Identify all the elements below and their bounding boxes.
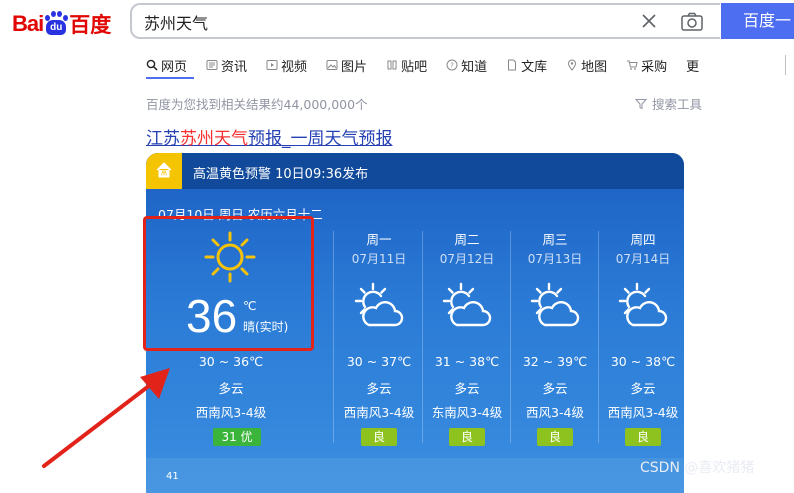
partly-cloudy-icon (618, 282, 668, 327)
forecast-wind: 西南风3-4级 (607, 405, 679, 420)
tab-purchase[interactable]: 采购 (626, 54, 667, 76)
forecast-date: 07月13日 (527, 252, 583, 266)
forecast-weather: 多云 (454, 381, 480, 396)
forecast-weather: 多云 (366, 381, 392, 396)
today-wind: 西南风3-4级 (195, 405, 267, 420)
forecast-wind: 西南风3-4级 (343, 405, 415, 420)
tab-tieba[interactable]: 贴吧 (386, 54, 427, 76)
result-count: 百度为您找到相关结果约44,000,000个 (146, 97, 368, 112)
tab-web[interactable]: 网页 (146, 54, 187, 76)
forecast-date: 07月14日 (615, 252, 671, 266)
forecast-aqi-badge[interactable]: 良 (537, 428, 573, 446)
video-icon (266, 60, 278, 70)
clear-icon[interactable] (638, 10, 660, 32)
search-tools-label: 搜索工具 (652, 97, 703, 112)
funnel-icon (635, 98, 647, 109)
active-tab-indicator (146, 77, 194, 79)
forecast-range: 30 ~ 37℃ (346, 354, 412, 369)
logo-text-baidu-cn: 百度 (69, 13, 112, 37)
forecast-wind: 东南风3-4级 (431, 405, 503, 420)
title-post: 预报_一周天气预报 (248, 129, 393, 149)
result-title-link[interactable]: 江苏苏州天气预报_一周天气预报 (146, 124, 393, 149)
search-input[interactable] (144, 11, 584, 33)
tabs-divider (785, 55, 786, 75)
paw-icon: du (44, 11, 69, 37)
logo-text-bai: Bai (12, 11, 44, 36)
tab-zhidao[interactable]: ? 知道 (446, 54, 487, 76)
search-button[interactable]: 百度一 (721, 3, 794, 39)
doc-icon (508, 59, 517, 71)
watermark: CSDN @喜欢猪猪 (640, 460, 755, 476)
search-box (130, 3, 720, 39)
cart-icon (627, 60, 638, 70)
temperature-graph-area (146, 458, 684, 493)
tab-label: 资讯 (221, 59, 248, 75)
title-pre: 江苏 (146, 129, 180, 149)
svg-text:高: 高 (161, 169, 167, 177)
tab-label: 图片 (341, 59, 368, 75)
baidu-logo[interactable]: Bai du 百度 (12, 8, 111, 40)
search-icon (146, 59, 158, 71)
tab-video[interactable]: 视频 (266, 54, 307, 76)
tab-label: 贴吧 (401, 59, 428, 75)
today-weather: 多云 (218, 381, 244, 396)
tab-news[interactable]: 资讯 (206, 54, 247, 76)
forecast-day: 周三 (542, 232, 568, 247)
today-range: 30 ~ 36℃ (198, 354, 264, 369)
warning-house-icon: 高 (146, 153, 182, 189)
forecast-range: 32 ~ 39℃ (522, 354, 588, 369)
tab-images[interactable]: 图片 (326, 54, 367, 76)
tab-wenku[interactable]: 文库 (506, 54, 547, 76)
tab-label: 采购 (641, 59, 668, 75)
partly-cloudy-icon (442, 282, 492, 327)
tab-label: 网页 (161, 59, 188, 75)
forecast-range: 30 ~ 38℃ (610, 354, 676, 369)
tab-label: 视频 (281, 59, 308, 75)
image-icon (326, 60, 338, 70)
column-separator (333, 231, 334, 443)
alert-text: 高温黄色预警 10日09:36发布 (193, 167, 369, 182)
partly-cloudy-icon (354, 282, 404, 327)
forecast-date: 07月12日 (439, 252, 495, 266)
forecast-weather: 多云 (630, 381, 656, 396)
map-pin-icon (568, 59, 577, 71)
tab-map[interactable]: 地图 (566, 54, 607, 76)
forecast-day: 周一 (366, 232, 392, 247)
search-tools-button[interactable]: 搜索工具 (635, 94, 702, 113)
tab-label: 文库 (521, 59, 548, 75)
forecast-date: 07月11日 (351, 252, 407, 266)
forecast-wind: 西风3-4级 (526, 405, 584, 420)
tab-label: 知道 (461, 59, 488, 75)
title-highlight: 苏州天气 (180, 129, 248, 149)
question-icon: ? (446, 59, 458, 71)
tab-label: 地图 (581, 59, 608, 75)
forecast-day: 周二 (454, 232, 480, 247)
tab-label: 更 (686, 59, 700, 75)
forecast-day: 周四 (630, 232, 656, 247)
logo-text-du: du (46, 20, 67, 35)
tieba-icon (387, 60, 397, 70)
camera-icon[interactable] (680, 11, 704, 33)
today-aqi-badge[interactable]: 31 优 (213, 428, 261, 446)
forecast-weather: 多云 (542, 381, 568, 396)
highlight-box (143, 216, 314, 351)
forecast-range: 31 ~ 38℃ (434, 354, 500, 369)
news-icon (206, 60, 218, 70)
red-arrow-annotation (42, 368, 170, 468)
search-tabs: 网页 资讯 视频 图片 贴吧 ? 知道 文库 地图 采购 更 (146, 54, 718, 76)
partly-cloudy-icon (530, 282, 580, 327)
svg-text:?: ? (450, 62, 454, 70)
forecast-aqi-badge[interactable]: 良 (449, 428, 485, 446)
forecast-aqi-badge[interactable]: 良 (361, 428, 397, 446)
forecast-aqi-badge[interactable]: 良 (625, 428, 661, 446)
tab-more[interactable]: 更 (686, 54, 699, 76)
